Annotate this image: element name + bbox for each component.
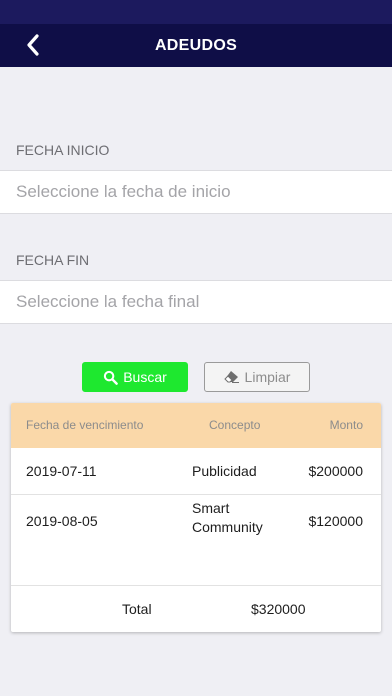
row-due-date: 2019-08-05	[26, 513, 98, 529]
status-bar	[0, 0, 392, 24]
concept-header: Concepto	[209, 418, 261, 432]
row-amount: $120000	[308, 513, 363, 529]
total-row: Total $320000	[11, 586, 381, 632]
due-date-header: Fecha de vencimiento	[26, 418, 144, 432]
row-concept-line2: Community	[192, 519, 263, 535]
end-date-label: FECHA FIN	[16, 252, 90, 268]
end-date-field[interactable]	[0, 280, 392, 324]
debts-table: Fecha de vencimiento Concepto Monto 2019…	[11, 403, 381, 632]
row-concept: Smart	[192, 500, 230, 516]
row-concept: Publicidad	[192, 463, 257, 479]
end-date-input[interactable]	[0, 281, 392, 323]
eraser-icon	[223, 371, 239, 383]
row-due-date: 2019-07-11	[26, 463, 97, 479]
start-date-input[interactable]	[0, 171, 392, 213]
navigation-bar: ADEUDOS	[0, 24, 392, 67]
table-row[interactable]: 2019-07-11 Publicidad $200000	[11, 448, 381, 494]
row-amount: $200000	[308, 463, 363, 479]
amount-header: Monto	[329, 418, 363, 432]
clear-button-label: Limpiar	[244, 369, 291, 385]
search-button[interactable]: Buscar	[82, 362, 188, 392]
table-row[interactable]: 2019-08-05 Smart Community $120000	[11, 495, 381, 585]
total-value: $320000	[251, 601, 306, 617]
search-icon	[104, 370, 119, 385]
table-header: Fecha de vencimiento Concepto Monto	[11, 403, 381, 448]
search-button-label: Buscar	[123, 369, 167, 385]
page-title: ADEUDOS	[154, 36, 238, 54]
total-label: Total	[122, 601, 152, 617]
clear-button[interactable]: Limpiar	[204, 362, 310, 392]
start-date-label: FECHA INICIO	[16, 142, 110, 158]
start-date-field[interactable]	[0, 170, 392, 214]
